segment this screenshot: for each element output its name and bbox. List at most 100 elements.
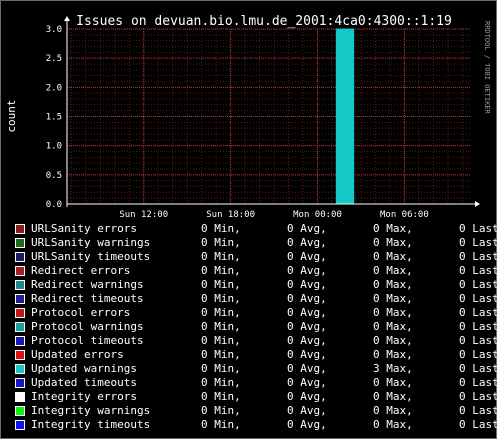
legend-last: 0 Last xyxy=(459,250,497,263)
legend-row: URLSanity errors 0 Min, 0 Avg, 0 Max, 0 Last xyxy=(15,222,497,236)
legend-last: 0 Last xyxy=(459,306,497,319)
legend-row: Protocol errors 0 Min, 0 Avg, 0 Max, 0 Last xyxy=(15,306,497,320)
legend-label: Updated timeouts xyxy=(31,376,137,389)
legend-last: 0 Last xyxy=(459,264,497,277)
y-tick-label: 2.5 xyxy=(46,54,62,64)
legend: URLSanity errors 0 Min, 0 Avg, 0 Max, 0 Last… xyxy=(15,222,497,432)
x-tick-label: Mon 06:00 xyxy=(380,210,429,220)
y-tick-label: 0.5 xyxy=(46,171,62,181)
legend-avg: 0 Avg, xyxy=(287,236,327,249)
legend-swatch xyxy=(15,224,25,234)
legend-avg: 0 Avg, xyxy=(287,250,327,263)
legend-min: 0 Min, xyxy=(201,376,241,389)
legend-min: 0 Min, xyxy=(201,320,241,333)
legend-last: 0 Last xyxy=(459,334,497,347)
side-credit-label: RRDTOOL / TOBI OETIKER xyxy=(483,21,491,115)
y-tick-label: 2.0 xyxy=(46,83,62,93)
y-tick-label: 3.0 xyxy=(46,25,62,35)
legend-last: 0 Last xyxy=(459,418,497,431)
graph-frame: Issues on devuan.bio.lmu.de_2001:4ca0:43… xyxy=(0,0,497,439)
legend-swatch xyxy=(15,350,25,360)
legend-row: Integrity errors 0 Min, 0 Avg, 0 Max, 0 Last xyxy=(15,390,497,404)
legend-swatch xyxy=(15,322,25,332)
legend-max: 0 Max, xyxy=(373,404,413,417)
chart-area: Issues on devuan.bio.lmu.de_2001:4ca0:43… xyxy=(5,14,491,220)
legend-last: 0 Last xyxy=(459,390,497,403)
legend-row: Integrity warnings 0 Min, 0 Avg, 0 Max, 0 La… xyxy=(15,404,497,418)
legend-last: 0 Last xyxy=(459,376,497,389)
legend-max: 0 Max, xyxy=(373,320,413,333)
legend-max: 3 Max, xyxy=(373,362,413,375)
y-axis-label: count xyxy=(5,99,18,132)
legend-row: URLSanity timeouts 0 Min, 0 Avg, 0 Max, 0 La… xyxy=(15,250,497,264)
legend-min: 0 Min, xyxy=(201,264,241,277)
legend-avg: 0 Avg, xyxy=(287,390,327,403)
legend-max: 0 Max, xyxy=(373,348,413,361)
legend-min: 0 Min, xyxy=(201,418,241,431)
legend-label: URLSanity timeouts xyxy=(31,250,151,263)
legend-swatch xyxy=(15,238,25,248)
legend-row: URLSanity warnings 0 Min, 0 Avg, 0 Max, 0 La… xyxy=(15,236,497,250)
y-tick-label: 1.0 xyxy=(46,142,62,152)
legend-label: Integrity errors xyxy=(31,390,137,403)
x-tick-label: Mon 00:00 xyxy=(293,210,342,220)
legend-max: 0 Max, xyxy=(373,264,413,277)
legend-avg: 0 Avg, xyxy=(287,376,327,389)
legend-avg: 0 Avg, xyxy=(287,418,327,431)
chart-title: Issues on devuan.bio.lmu.de_2001:4ca0:43… xyxy=(76,14,452,29)
legend-row: Redirect errors 0 Min, 0 Avg, 0 Max, 0 Last xyxy=(15,264,497,278)
legend-row: Updated warnings 0 Min, 0 Avg, 3 Max, 0 Last xyxy=(15,362,497,376)
legend-max: 0 Max, xyxy=(373,236,413,249)
legend-label: Protocol timeouts xyxy=(31,334,144,347)
legend-avg: 0 Avg, xyxy=(287,320,327,333)
legend-avg: 0 Avg, xyxy=(287,334,327,347)
legend-label: Integrity timeouts xyxy=(31,418,151,431)
legend-avg: 0 Avg, xyxy=(287,348,327,361)
legend-last: 0 Last xyxy=(459,222,497,235)
legend-swatch xyxy=(15,308,25,318)
legend-avg: 0 Avg, xyxy=(287,222,327,235)
legend-row: Protocol warnings 0 Min, 0 Avg, 0 Max, 0 Las… xyxy=(15,320,497,334)
legend-avg: 0 Avg, xyxy=(287,362,327,375)
legend-swatch xyxy=(15,364,25,374)
x-tick-label: Sun 12:00 xyxy=(119,210,168,220)
legend-row: Updated errors 0 Min, 0 Avg, 0 Max, 0 Last xyxy=(15,348,497,362)
legend-swatch xyxy=(15,378,25,388)
legend-min: 0 Min, xyxy=(201,250,241,263)
series-area-updated-warnings xyxy=(335,28,355,205)
legend-swatch xyxy=(15,406,25,416)
legend-max: 0 Max, xyxy=(373,292,413,305)
legend-label: Redirect warnings xyxy=(31,278,144,291)
legend-avg: 0 Avg, xyxy=(287,278,327,291)
grid xyxy=(67,28,471,205)
legend-max: 0 Max, xyxy=(373,376,413,389)
legend-max: 0 Max, xyxy=(373,306,413,319)
legend-swatch xyxy=(15,252,25,262)
legend-label: Updated errors xyxy=(31,348,124,361)
legend-label: URLSanity warnings xyxy=(31,236,151,249)
legend-min: 0 Min, xyxy=(201,348,241,361)
legend-last: 0 Last xyxy=(459,236,497,249)
legend-swatch xyxy=(15,336,25,346)
legend-last: 0 Last xyxy=(459,292,497,305)
legend-min: 0 Min, xyxy=(201,404,241,417)
legend-min: 0 Min, xyxy=(201,236,241,249)
legend-avg: 0 Avg, xyxy=(287,264,327,277)
legend-min: 0 Min, xyxy=(201,306,241,319)
x-tick-labels: Sun 12:00 Sun 18:00 Mon 00:00 Mon 06:00 xyxy=(119,210,428,220)
legend-last: 0 Last xyxy=(459,348,497,361)
legend-label: Updated warnings xyxy=(31,362,137,375)
legend-label: Integrity warnings xyxy=(31,404,151,417)
legend-row: Integrity timeouts 0 Min, 0 Avg, 0 Max, 0 La… xyxy=(15,418,497,432)
legend-max: 0 Max, xyxy=(373,334,413,347)
legend-row: Redirect warnings 0 Min, 0 Avg, 0 Max, 0 Las… xyxy=(15,278,497,292)
y-tick-label: 1.5 xyxy=(46,113,62,123)
legend-max: 0 Max, xyxy=(373,278,413,291)
y-tick-labels: 0.0 0.5 1.0 1.5 2.0 2.5 3.0 xyxy=(46,25,62,210)
x-axis-arrow xyxy=(475,201,480,207)
axes xyxy=(64,16,480,207)
legend-min: 0 Min, xyxy=(201,390,241,403)
legend-label: Protocol errors xyxy=(31,306,131,319)
x-tick-label: Sun 18:00 xyxy=(206,210,255,220)
legend-min: 0 Min, xyxy=(201,334,241,347)
